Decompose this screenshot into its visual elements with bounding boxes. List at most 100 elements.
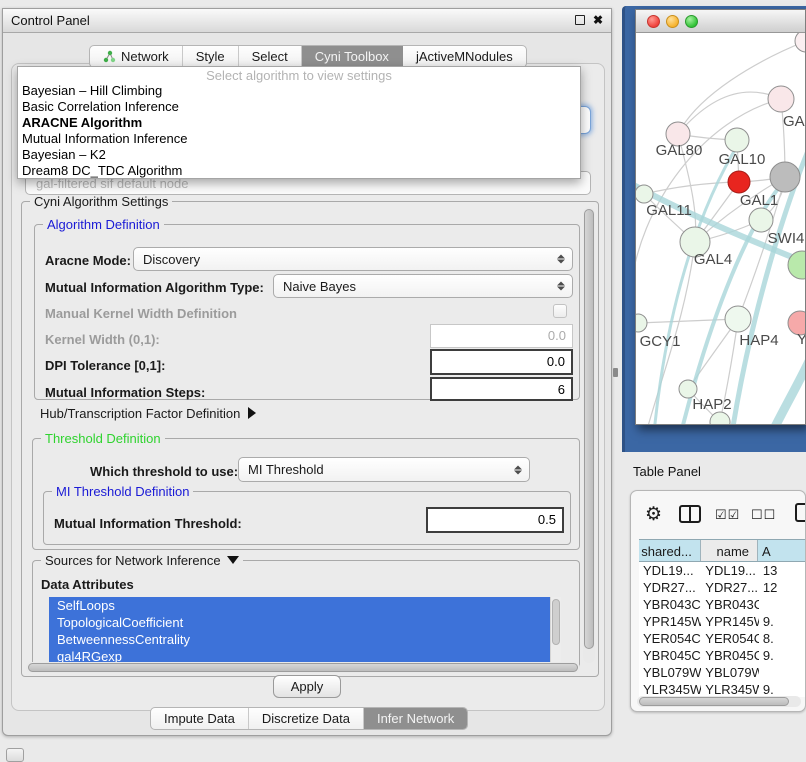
column-view-icon[interactable] [679,505,701,523]
network-node[interactable] [728,171,750,193]
panel-collapse-button[interactable] [6,748,24,762]
tab-discretize-data[interactable]: Discretize Data [249,708,364,729]
which-threshold-combo[interactable]: MI Threshold [238,457,530,482]
network-window-titlebar[interactable] [636,10,805,33]
algorithm-popup-item[interactable]: Bayesian – K2 [18,147,580,163]
zoom-traffic-light[interactable] [685,15,698,28]
settings-horizontal-scrollbar[interactable] [26,662,580,673]
network-node-hap4[interactable] [725,306,751,332]
data-attribute-item[interactable]: TopologicalCoefficient [49,614,561,631]
algorithm-popup-item[interactable]: Basic Correlation Inference [18,99,580,115]
select-columns-icon[interactable]: ☑☑ [715,507,740,523]
network-edge-thick[interactable] [772,355,805,424]
network-node[interactable] [770,162,800,192]
close-icon[interactable]: ✖ [593,13,603,27]
algorithm-popup-item[interactable]: Bayesian – Hill Climbing [18,83,580,99]
gear-icon[interactable]: ⚙ [645,503,662,526]
table-row[interactable]: YBR043CYBR043C [639,596,806,613]
tab-network[interactable]: Network [90,46,183,67]
table-horizontal-scrollbar[interactable] [637,696,801,707]
split-pane-divider[interactable] [613,368,618,377]
tab-infer-network[interactable]: Infer Network [364,708,467,729]
mi-algorithm-type-combo[interactable]: Naive Bayes [273,274,573,298]
node-label: GCY1 [640,333,681,350]
table-cell: 13 [759,562,806,579]
tab-impute-data[interactable]: Impute Data [151,708,249,729]
settings-vertical-scrollbar[interactable] [583,207,595,663]
algorithm-popup-item[interactable]: ARACNE Algorithm [18,115,580,131]
column-header-clipped[interactable]: A [758,540,806,561]
algorithm-popup-item[interactable]: Mutual Information Inference [18,131,580,147]
table-cell: YPR145W [639,613,701,630]
tab-select[interactable]: Select [239,46,302,67]
network-node-gal1[interactable] [749,208,773,232]
tab-jactivemnodules[interactable]: jActiveMNodules [403,46,526,67]
table-row[interactable]: YLR345WYLR345W9. [639,681,806,697]
tab-style[interactable]: Style [183,46,239,67]
mi-threshold-field[interactable]: 0.5 [426,507,564,533]
control-panel-titlebar[interactable]: Control Panel ✖ [3,9,611,33]
table-cell: 8. [759,630,806,647]
manual-kernel-checkbox[interactable] [553,304,567,318]
table-cell: YDL19... [639,562,701,579]
kernel-width-field[interactable]: 0.0 [430,324,573,348]
tab-jactivemnodules-label: jActiveMNodules [416,49,513,64]
table-row[interactable]: YDR27...YDR27...12 [639,579,806,596]
data-attributes-list[interactable]: SelfLoopsTopologicalCoefficientBetweenne… [49,597,561,667]
mi-steps-field[interactable]: 6 [430,377,573,401]
table-cell: YBR043C [639,596,701,613]
network-window: GALGAL80GAL10GAL1GAL11GAL4SWI4GCY1HAP4YH… [635,9,806,425]
sources-group-title[interactable]: Sources for Network Inference [41,553,243,568]
data-attribute-item[interactable]: SelfLoops [49,597,561,614]
hub-tf-definition-toggle[interactable]: Hub/Transcription Factor Definition [40,406,256,421]
kernel-width-label: Kernel Width (0,1): [45,332,160,347]
tab-cyni-toolbox[interactable]: Cyni Toolbox [302,46,403,67]
node-label: GAL1 [740,192,778,209]
table-row[interactable]: YBL079WYBL079W [639,664,806,681]
algorithm-popup-item[interactable]: Dream8 DC_TDC Algorithm [18,163,580,179]
algorithm-dropdown-popup: Select algorithm to view settings Bayesi… [17,66,581,179]
algorithm-popup-list: Bayesian – Hill ClimbingBasic Correlatio… [18,83,580,179]
network-node-gal11[interactable] [636,185,653,203]
aracne-mode-combo[interactable]: Discovery [133,247,573,271]
network-edge[interactable] [678,92,781,134]
attributes-list-scrollbar[interactable] [550,597,561,667]
node-label: GAL80 [656,142,703,159]
table-cell: YLR345W [701,681,759,697]
network-canvas[interactable]: GALGAL80GAL10GAL1GAL11GAL4SWI4GCY1HAP4YH… [636,33,805,424]
table-row[interactable]: YBR045CYBR045C9. [639,647,806,664]
table-cell: YBR045C [701,647,759,664]
window-title: Control Panel [11,13,90,28]
dpi-tolerance-field[interactable]: 0.0 [430,349,573,375]
table-row[interactable]: YER054CYER054C8. [639,630,806,647]
table-cell: YBL079W [639,664,701,681]
float-window-icon[interactable] [575,15,585,25]
control-panel-window: Control Panel ✖ gal-filtered sif default… [2,8,612,736]
column-header-name[interactable]: name [701,540,758,561]
settings-group-title: Cyni Algorithm Settings [30,194,172,209]
unselect-columns-icon[interactable]: ☐☐ [751,507,776,523]
table-cell: YER054C [701,630,759,647]
table-panel-card: ⚙ ☑☑ ☐☐ shared... name A YDL19...YDL19..… [630,490,806,712]
column-header-shared-name[interactable]: shared... [639,540,701,561]
network-node[interactable] [795,33,805,52]
table-cell: YDR27... [639,579,701,596]
node-label: Y [797,331,805,348]
apply-button[interactable]: Apply [273,675,341,698]
network-node-gal10[interactable] [725,128,749,152]
network-edge[interactable] [638,319,738,323]
network-node[interactable] [710,412,730,424]
close-traffic-light[interactable] [647,15,660,28]
node-label: GAL [783,113,805,130]
algorithm-prompt: Select algorithm to view settings [18,67,580,83]
table-panel-title: Table Panel [633,464,701,479]
network-node-gal[interactable] [768,86,794,112]
table-cell [759,664,806,681]
node-attribute-table: shared... name A YDL19...YDL19...13YDR27… [639,539,806,697]
minimize-traffic-light[interactable] [666,15,679,28]
table-row[interactable]: YPR145WYPR145W9. [639,613,806,630]
document-icon[interactable] [795,503,806,522]
data-attribute-item[interactable]: BetweennessCentrality [49,631,561,648]
network-node-gcy1[interactable] [636,314,647,332]
table-row[interactable]: YDL19...YDL19...13 [639,562,806,579]
